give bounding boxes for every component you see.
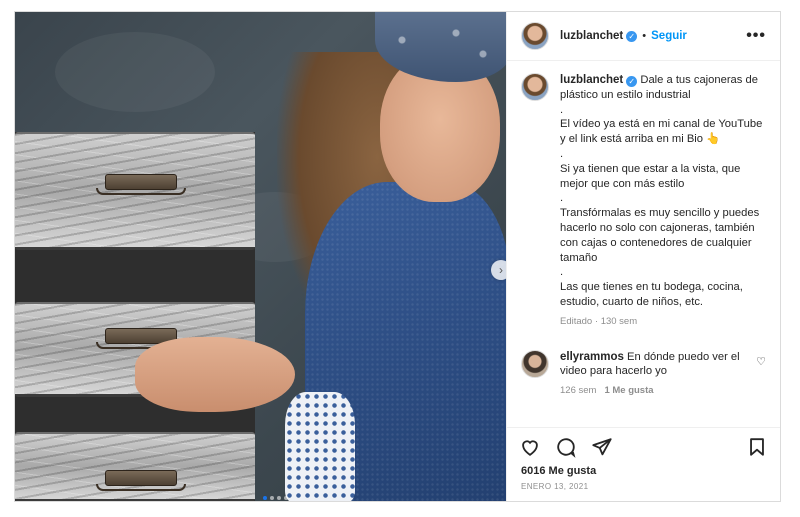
verified-icon: ✓ (626, 76, 638, 87)
caption-paragraph: El vídeo ya está en mi canal de YouTube … (560, 118, 763, 146)
action-bar (507, 427, 780, 465)
comment: ellyrammos En dónde puedo ver el video p… (521, 349, 766, 399)
carousel-dots (263, 496, 288, 500)
shirt-cuff (285, 392, 355, 501)
next-slide-button[interactable]: › (491, 260, 506, 280)
chevron-right-icon: › (499, 263, 503, 277)
chalkboard-smudge (55, 32, 215, 112)
caption-paragraph: . (560, 266, 564, 279)
drawer-handle (96, 174, 186, 195)
instagram-post: › luzblanchet ✓ • Seguir ••• luzblanchet… (14, 11, 781, 502)
caption-paragraph: . (560, 147, 564, 160)
drawer-cabinet (15, 132, 255, 501)
comment-like-icon[interactable]: ♡ (756, 355, 766, 368)
header-username[interactable]: luzblanchet (560, 30, 623, 42)
comment-meta: 126 sem 1 Me gusta (560, 384, 744, 399)
caption-username[interactable]: luzblanchet (560, 74, 623, 86)
person-hand (135, 337, 295, 412)
verified-icon: ✓ (626, 30, 638, 42)
caption-body: luzblanchet ✓ Dale a tus cajoneras de plá… (560, 73, 766, 330)
comment-likes[interactable]: 1 Me gusta (604, 385, 653, 396)
post-date[interactable]: ENERO 13, 2021 (507, 481, 780, 501)
caption: luzblanchet ✓ Dale a tus cajoneras de plá… (521, 73, 766, 330)
bookmark-icon[interactable] (746, 436, 768, 458)
comment-icon[interactable] (555, 436, 577, 458)
avatar[interactable] (521, 22, 549, 50)
likes-count[interactable]: 6016 Me gusta (507, 465, 780, 481)
caption-first-line: luzblanchet ✓ Dale a tus cajoneras de plá… (560, 73, 766, 103)
more-options-icon[interactable]: ••• (746, 27, 766, 45)
caption-paragraph: Si ya tienen que estar a la vista, que m… (560, 162, 741, 190)
share-icon[interactable] (591, 436, 613, 458)
separator-dot: • (642, 30, 647, 42)
carousel-dot (263, 496, 267, 500)
avatar[interactable] (521, 73, 549, 101)
post-sidebar: luzblanchet ✓ • Seguir ••• luzblanchet ✓ … (506, 12, 780, 501)
comment-body: ellyrammos En dónde puedo ver el video p… (560, 350, 766, 399)
comment-username[interactable]: ellyrammos (560, 351, 624, 363)
caption-paragraph: Las que tienes en tu bodega, cocina, est… (560, 281, 743, 308)
caption-paragraph: Transfórmalas es muy sencillo y puedes h… (560, 207, 760, 264)
drawer (15, 432, 255, 501)
comments-section: luzblanchet ✓ Dale a tus cajoneras de plá… (507, 61, 780, 427)
follow-button[interactable]: Seguir (651, 30, 687, 42)
drawer-handle (96, 470, 186, 491)
post-image[interactable]: › (15, 12, 506, 501)
caption-paragraph: . (560, 103, 564, 116)
post-header: luzblanchet ✓ • Seguir ••• (507, 12, 780, 61)
caption-paragraph: . (560, 192, 564, 205)
carousel-dot (277, 496, 281, 500)
comment-time[interactable]: 126 sem (560, 385, 596, 396)
drawer (15, 132, 255, 250)
carousel-dot (270, 496, 274, 500)
edited-label: Editado (560, 315, 593, 327)
carousel-dot (284, 496, 288, 500)
avatar[interactable] (521, 349, 549, 378)
caption-meta: Editado · 130 sem (560, 315, 638, 327)
caption-time[interactable]: 130 sem (601, 316, 637, 327)
heart-icon[interactable] (519, 436, 541, 458)
